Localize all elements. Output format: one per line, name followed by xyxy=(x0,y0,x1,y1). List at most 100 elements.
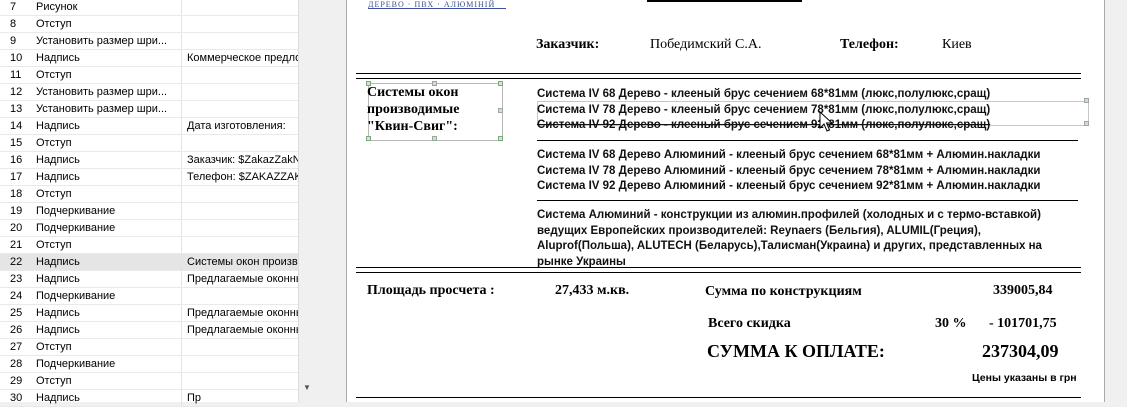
list-item-number: 10 xyxy=(10,52,23,64)
list-item-type: Отступ xyxy=(36,137,72,149)
divider-bottom xyxy=(356,397,1081,398)
divider-top-1 xyxy=(356,73,1081,74)
total-label: СУММА К ОПЛАТЕ: xyxy=(707,341,885,361)
wood-line-1: Система IV 68 Дерево - клееный брус сече… xyxy=(537,88,991,100)
list-item-text xyxy=(181,16,298,32)
list-item-text: Дата изготовления: xyxy=(181,118,298,134)
list-scrollbar[interactable]: ▼ xyxy=(298,0,315,402)
resize-handle[interactable] xyxy=(432,136,437,141)
list-item-text xyxy=(181,288,298,304)
list-item[interactable]: 16 Надпись Заказчик: $ZakazZakN xyxy=(0,152,298,169)
resize-handle[interactable] xyxy=(498,81,503,86)
list-item-type: Установить размер шри... xyxy=(36,86,168,98)
list-item[interactable]: 25 Надпись Предлагаемые оконны xyxy=(0,305,298,322)
list-item-type: Надпись xyxy=(36,171,80,183)
wood-line-2: Система IV 78 Дерево - клееный брус сече… xyxy=(537,103,991,116)
systems-heading[interactable]: Системы окон производимые "Квин-Свиг": xyxy=(367,84,459,135)
list-item-type: Отступ xyxy=(36,375,72,387)
list-item-type: Подчеркивание xyxy=(36,358,116,370)
list-item[interactable]: 13 Установить размер шри... xyxy=(0,101,298,118)
list-item[interactable]: 14 Надпись Дата изготовления: xyxy=(0,118,298,135)
list-item[interactable]: 7 Рисунок xyxy=(0,0,298,16)
list-item-type: Надпись xyxy=(36,307,80,319)
resize-handle[interactable] xyxy=(498,136,503,141)
list-item[interactable]: 24 Подчеркивание xyxy=(0,288,298,305)
list-item-number: 29 xyxy=(10,375,23,387)
list-item[interactable]: 21 Отступ xyxy=(0,237,298,254)
list-item-type: Надпись xyxy=(36,120,80,132)
systems-heading-line-3: "Квин-Свиг": xyxy=(367,119,458,134)
customer-label: Заказчик: xyxy=(536,37,600,52)
woodalu-line-2: Система IV 78 Дерево Алюминий - клееный … xyxy=(537,164,1041,177)
resize-handle[interactable] xyxy=(366,81,371,86)
divider-woodalu xyxy=(537,200,1078,201)
list-item[interactable]: 18 Отступ xyxy=(0,186,298,203)
list-item-type: Отступ xyxy=(36,188,72,200)
list-item-type: Установить размер шри... xyxy=(36,35,168,47)
document-page: ДЕРЕВО · ПВХ · АЛЮМІНІЙ Заказчик: Победи… xyxy=(346,0,1105,402)
list-item[interactable]: 22 Надпись Системы окон произво xyxy=(0,254,298,271)
list-item[interactable]: 15 Отступ xyxy=(0,135,298,152)
list-item-type: Отступ xyxy=(36,239,72,251)
list-item-number: 28 xyxy=(10,358,23,370)
alu-line-3: Aluprof(Польша), ALUTECH (Беларусь),Тали… xyxy=(537,240,1042,252)
divider-mid-1 xyxy=(356,267,1081,268)
list-item-type: Рисунок xyxy=(36,1,78,13)
list-item-type: Подчеркивание xyxy=(36,205,116,217)
list-item-text xyxy=(181,33,298,49)
resize-handle[interactable] xyxy=(366,136,371,141)
list-item-number: 16 xyxy=(10,154,23,166)
list-item[interactable]: 26 Надпись Предлагаемые оконны xyxy=(0,322,298,339)
list-item-number: 14 xyxy=(10,120,23,132)
list-item[interactable]: 12 Установить размер шри... xyxy=(0,84,298,101)
list-item-type: Отступ xyxy=(36,341,72,353)
resize-handle[interactable] xyxy=(498,108,503,113)
list-item-type: Надпись xyxy=(36,256,80,268)
list-item-text: Системы окон произво xyxy=(181,254,298,270)
wood-line-3: Система IV 92 Дерево - клееный брус сече… xyxy=(537,119,991,131)
list-item[interactable]: 8 Отступ xyxy=(0,16,298,33)
wood-alu-systems-text: Система IV 68 Дерево Алюминий - клееный … xyxy=(537,148,1040,195)
resize-handle[interactable] xyxy=(432,81,437,86)
list-item-type: Надпись xyxy=(36,52,80,64)
area-label: Площадь просчета : xyxy=(367,283,495,298)
list-item-text xyxy=(181,373,298,389)
list-item[interactable]: 11 Отступ xyxy=(0,67,298,84)
scroll-down-arrow-icon[interactable]: ▼ xyxy=(299,382,315,394)
list-item-text xyxy=(181,0,298,15)
area-value: 27,433 м.кв. xyxy=(555,283,630,298)
list-item[interactable]: 29 Отступ xyxy=(0,373,298,390)
list-item-type: Отступ xyxy=(36,18,72,30)
woodalu-line-3: Система IV 92 Дерево Алюминий - клееный … xyxy=(537,180,1041,192)
list-item[interactable]: 28 Подчеркивание xyxy=(0,356,298,373)
list-item-number: 25 xyxy=(10,307,23,319)
list-item[interactable]: 17 Надпись Телефон: $ZAKAZZAKT xyxy=(0,169,298,186)
list-item-text xyxy=(181,186,298,202)
list-item[interactable]: 10 Надпись Коммерческое предло xyxy=(0,50,298,67)
list-item[interactable]: 20 Подчеркивание xyxy=(0,220,298,237)
list-item[interactable]: 19 Подчеркивание xyxy=(0,203,298,220)
list-item-type: Подчеркивание xyxy=(36,290,116,302)
currency-note: Цены указаны в грн xyxy=(972,372,1077,384)
list-item-number: 9 xyxy=(10,35,17,47)
list-item-text xyxy=(181,220,298,236)
list-item-number: 26 xyxy=(10,324,23,336)
list-item-type: Надпись xyxy=(36,392,80,404)
list-item[interactable]: 30 Надпись Пр xyxy=(0,390,298,407)
sum-value: 339005,84 xyxy=(993,283,1053,298)
discount-label: Всего скидка xyxy=(708,316,791,331)
list-item[interactable]: 9 Установить размер шри... xyxy=(0,33,298,50)
list-item-number: 18 xyxy=(10,188,23,200)
list-item-number: 22 xyxy=(10,256,23,268)
mouse-cursor-icon xyxy=(819,111,833,132)
list-item-text: Предлагаемые оконны xyxy=(181,271,298,287)
list-item-type: Надпись xyxy=(36,154,80,166)
systems-heading-line-1: Системы окон xyxy=(367,85,459,100)
list-item-text xyxy=(181,101,298,117)
woodalu-line-1: Система IV 68 Дерево Алюминий - клееный … xyxy=(537,149,1041,161)
resize-handle[interactable] xyxy=(1084,98,1089,103)
list-item[interactable]: 27 Отступ xyxy=(0,339,298,356)
wood-systems-text: Система IV 68 Дерево - клееный брус сече… xyxy=(537,87,990,134)
resize-handle[interactable] xyxy=(1084,121,1089,126)
list-item[interactable]: 23 Надпись Предлагаемые оконны xyxy=(0,271,298,288)
